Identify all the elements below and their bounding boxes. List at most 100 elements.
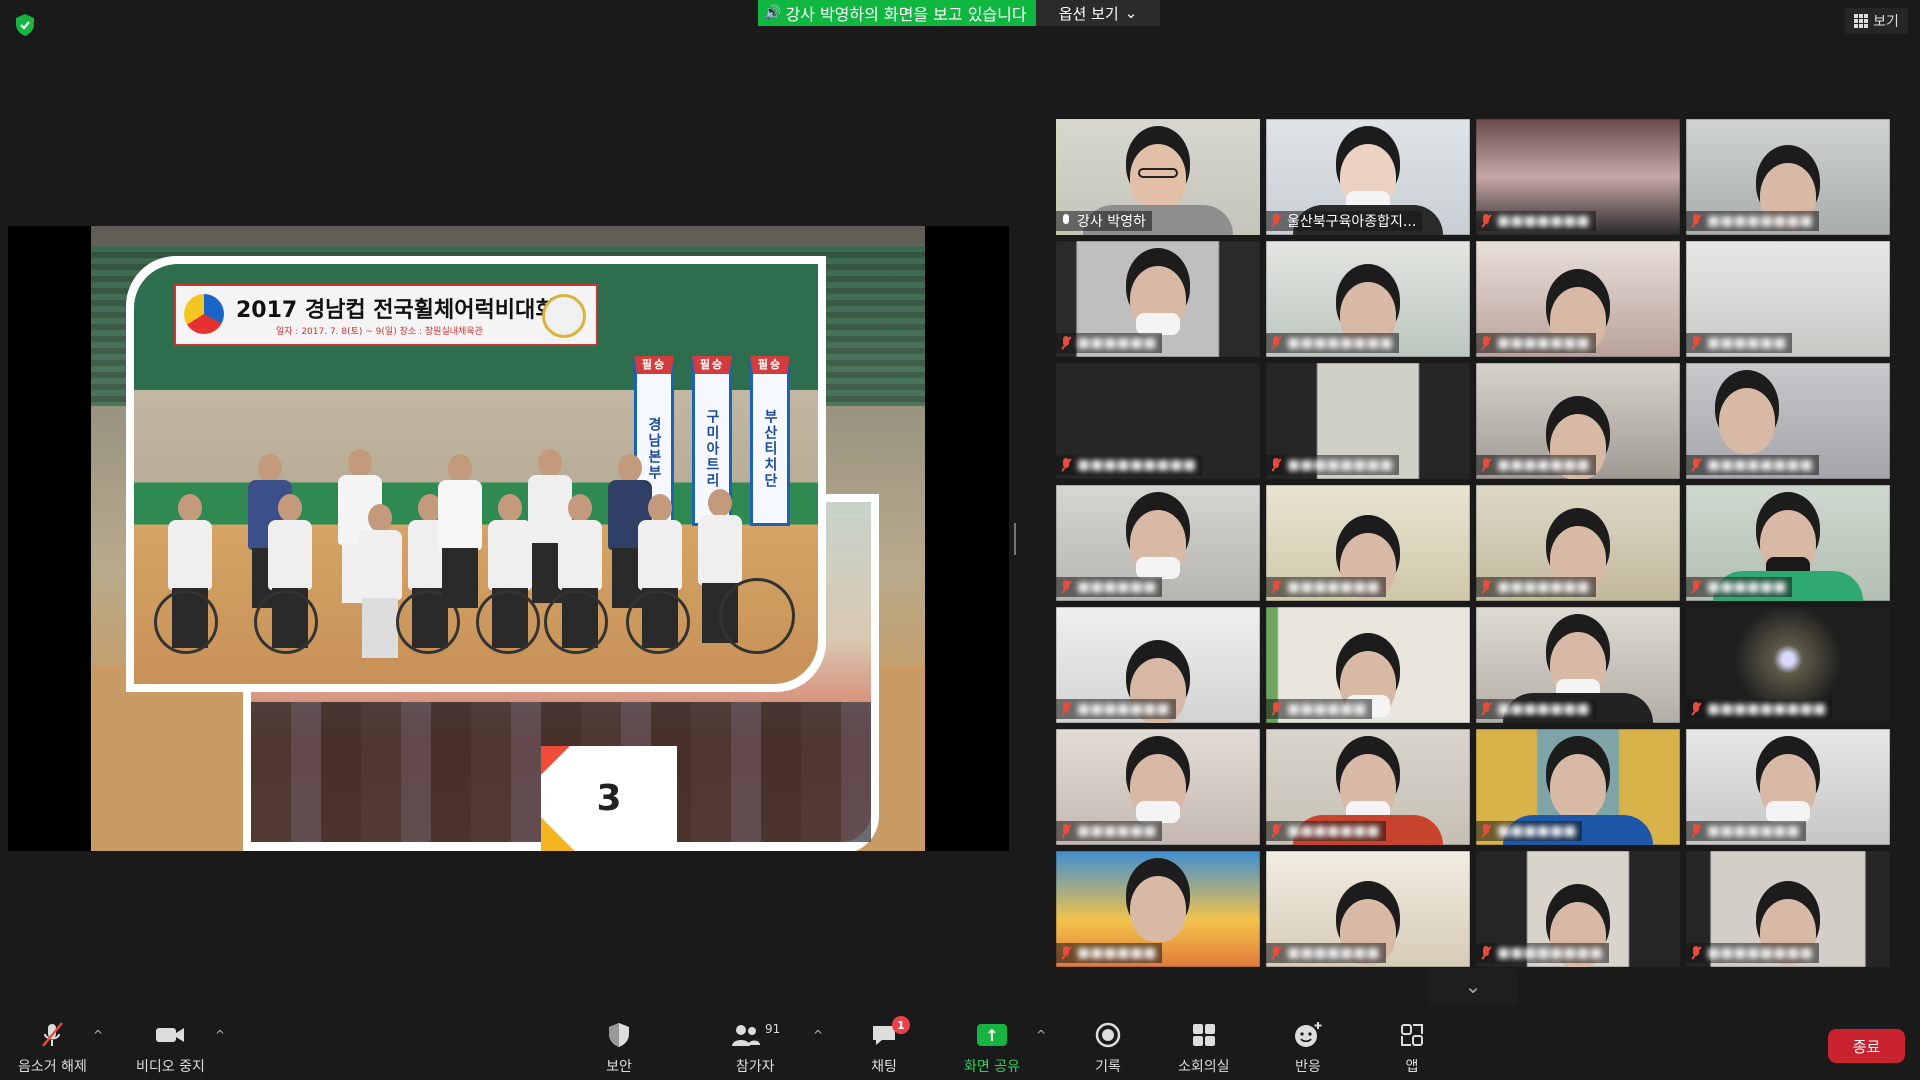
shared-slide: 3 2017 경남컵 전국휠체어럭비대회 일자 : 2017. 7. 8(토) … xyxy=(91,226,925,851)
video-tile[interactable]: ■■■■■■■■ xyxy=(1686,119,1890,235)
stop-video-label: 비디오 중지 xyxy=(136,1059,205,1075)
video-tile[interactable]: ■■■■■■■■ xyxy=(1686,851,1890,967)
slide-photo-front: 2017 경남컵 전국휠체어럭비대회 일자 : 2017. 7. 8(토) ~ … xyxy=(126,256,826,692)
view-layout-button[interactable]: 보기 xyxy=(1845,8,1908,34)
mic-muted-icon xyxy=(1690,824,1702,838)
video-tile[interactable]: ■■■■■■ xyxy=(1056,729,1260,845)
mic-muted-icon xyxy=(1690,946,1702,960)
mic-muted-icon xyxy=(1060,336,1072,350)
number-card: 3 xyxy=(541,746,677,851)
reactions-button[interactable]: 반응 xyxy=(1293,1018,1323,1076)
participants-button[interactable]: 91 참가자 xyxy=(730,1018,780,1076)
video-tile[interactable]: ■■■■■■ xyxy=(1266,607,1470,723)
video-tile[interactable]: ■■■■■■■ xyxy=(1476,363,1680,479)
video-tile[interactable]: ■■■■■■■ xyxy=(1266,729,1470,845)
shield-icon xyxy=(606,1018,632,1052)
gallery-next-page-button[interactable]: ⌄ xyxy=(1428,968,1518,1004)
video-tile-host[interactable]: 강사 박영하 xyxy=(1056,119,1260,235)
logo-icon xyxy=(184,294,224,334)
video-tile[interactable]: ■■■■■■■ xyxy=(1476,485,1680,601)
video-tile[interactable]: ■■■■■■■■ xyxy=(1686,363,1890,479)
grid-icon xyxy=(1854,14,1869,28)
mic-muted-icon xyxy=(1270,336,1282,350)
mic-muted-icon xyxy=(1270,946,1282,960)
participants-options-caret[interactable]: ^ xyxy=(813,1028,823,1042)
share-screen-label: 화면 공유 xyxy=(964,1059,1020,1075)
mic-muted-icon xyxy=(1270,824,1282,838)
mic-muted-icon xyxy=(1270,458,1282,472)
video-tile[interactable]: ■■■■■■ xyxy=(1056,851,1260,967)
video-tile[interactable]: ■■■■■■ xyxy=(1686,485,1890,601)
video-tile[interactable]: ■■■■■■■ xyxy=(1686,729,1890,845)
security-button[interactable]: 보안 xyxy=(606,1018,632,1076)
video-tile[interactable]: ■■■■■■■ xyxy=(1476,241,1680,357)
screen-share-banner: 🔊 강사 박영하의 화면을 보고 있습니다 xyxy=(758,0,1036,26)
tournament-banner: 2017 경남컵 전국휠체어럭비대회 일자 : 2017. 7. 8(토) ~ … xyxy=(174,284,598,346)
mic-muted-icon xyxy=(1690,702,1702,716)
video-tile[interactable]: ■■■■■■ xyxy=(1686,241,1890,357)
resize-handle[interactable] xyxy=(1014,523,1016,555)
breakout-rooms-button[interactable]: 소회의실 xyxy=(1178,1018,1230,1076)
audio-options-caret[interactable]: ^ xyxy=(93,1028,103,1042)
mic-muted-icon xyxy=(1690,336,1702,350)
view-options-button[interactable]: 옵션 보기 ⌄ xyxy=(1036,0,1160,26)
mic-muted-icon xyxy=(1060,824,1072,838)
chat-icon: 1 xyxy=(870,1016,910,1052)
mic-muted-icon xyxy=(1480,824,1492,838)
stop-video-button[interactable]: 비디오 중지 xyxy=(136,1018,205,1076)
banner-title: 2017 경남컵 전국휠체어럭비대회 xyxy=(236,298,556,323)
chevron-down-icon: ⌄ xyxy=(1464,974,1482,998)
participant-gallery: 강사 박영하 울산북구육아종합지... ■■■■■■■ ■■■■■■■■ ■■■… xyxy=(1056,119,1890,967)
security-shield-icon[interactable] xyxy=(12,12,38,38)
video-tile[interactable]: ■■■■■■■ xyxy=(1056,607,1260,723)
video-tile[interactable]: 울산북구육아종합지... xyxy=(1266,119,1470,235)
mic-muted-icon xyxy=(1480,580,1492,594)
mic-muted-icon xyxy=(1060,702,1072,716)
video-tile[interactable]: ■■■■■■■ xyxy=(1476,119,1680,235)
end-meeting-button[interactable]: 종료 xyxy=(1828,1029,1905,1063)
reactions-label: 반응 xyxy=(1295,1059,1321,1075)
video-tile[interactable]: ■■■■■■■ xyxy=(1266,485,1470,601)
video-camera-icon xyxy=(154,1018,186,1052)
video-tile[interactable]: ■■■■■■ xyxy=(1476,729,1680,845)
video-tile[interactable]: ■■■■■■■ xyxy=(1266,851,1470,967)
chat-unread-badge: 1 xyxy=(892,1016,910,1034)
team-photo-people xyxy=(134,414,818,658)
record-button[interactable]: 기록 xyxy=(1094,1018,1122,1076)
video-tile[interactable]: ■■■■■■ xyxy=(1056,241,1260,357)
mic-icon xyxy=(1060,214,1072,228)
unmute-button[interactable]: 음소거 해제 xyxy=(18,1018,87,1076)
share-screen-icon: ↑ xyxy=(976,1024,1007,1046)
share-screen-button[interactable]: ↑ 화면 공유 xyxy=(964,1018,1020,1076)
apps-button[interactable]: 앱 xyxy=(1398,1018,1426,1076)
video-tile[interactable]: ■■■■■■■■ xyxy=(1476,851,1680,967)
share-options-caret[interactable]: ^ xyxy=(1036,1028,1046,1042)
mic-muted-icon xyxy=(1270,580,1282,594)
mic-muted-icon xyxy=(1480,214,1492,228)
unmute-label: 음소거 해제 xyxy=(18,1059,87,1075)
banner-subtitle: 일자 : 2017. 7. 8(토) ~ 9(일) 장소 : 창원실내체육관 xyxy=(276,327,483,337)
mic-muted-icon xyxy=(1060,580,1072,594)
chat-button[interactable]: 1 채팅 xyxy=(870,1016,910,1076)
participants-count: 91 xyxy=(765,1022,781,1036)
record-label: 기록 xyxy=(1095,1059,1121,1075)
apps-label: 앱 xyxy=(1405,1059,1419,1075)
view-layout-label: 보기 xyxy=(1873,14,1899,30)
mic-muted-icon xyxy=(1480,336,1492,350)
video-tile[interactable]: ■■■■■■ xyxy=(1056,485,1260,601)
smiley-plus-icon xyxy=(1293,1018,1323,1052)
video-tile[interactable]: ■■■■■■■■■ xyxy=(1056,363,1260,479)
participant-name: 울산북구육아종합지... xyxy=(1266,211,1423,231)
mic-muted-icon xyxy=(1060,458,1072,472)
video-tile[interactable]: ■■■■■■■■ xyxy=(1266,241,1470,357)
view-options-label: 옵션 보기 xyxy=(1058,4,1119,23)
participants-label: 참가자 xyxy=(735,1059,775,1075)
video-tile[interactable]: ■■■■■■■■ xyxy=(1266,363,1470,479)
video-tile[interactable]: ■■■■■■■ xyxy=(1476,607,1680,723)
ball-icon xyxy=(542,294,586,338)
breakout-rooms-icon xyxy=(1190,1018,1218,1052)
video-options-caret[interactable]: ^ xyxy=(215,1028,225,1042)
mic-muted-icon xyxy=(1060,946,1072,960)
mic-muted-icon xyxy=(1690,214,1702,228)
video-tile[interactable]: ■■■■■■■■■ xyxy=(1686,607,1890,723)
